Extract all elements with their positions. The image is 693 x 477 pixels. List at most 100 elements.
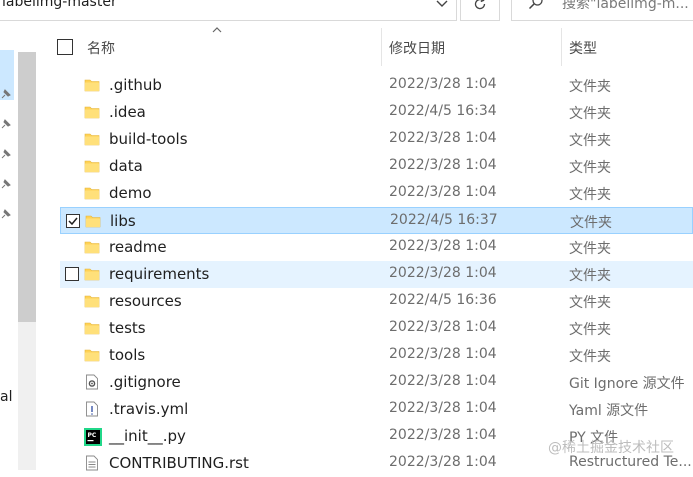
- file-name[interactable]: resources: [109, 292, 182, 310]
- file-date: 2022/3/28 1:04: [389, 346, 497, 362]
- file-date: 2022/3/28 1:04: [389, 238, 497, 254]
- file-row[interactable]: readme 2022/3/28 1:04 文件夹: [60, 234, 693, 261]
- folder-icon: [84, 158, 100, 174]
- gear-file-icon: [84, 374, 100, 390]
- pin-icon: [1, 119, 11, 129]
- file-type: 文件夹: [569, 106, 611, 122]
- pin-icon: [1, 149, 11, 159]
- refresh-icon: [474, 0, 486, 10]
- folder-icon: [84, 320, 100, 336]
- file-type: 文件夹: [569, 187, 611, 203]
- file-row[interactable]: libs 2022/4/5 16:37 文件夹: [60, 207, 693, 234]
- file-date: 2022/4/5 16:37: [390, 212, 498, 228]
- file-date: 2022/3/28 1:04: [389, 373, 497, 389]
- file-name[interactable]: demo: [109, 184, 152, 202]
- search-icon: [528, 0, 543, 10]
- nav-item-label[interactable]: al: [0, 389, 12, 405]
- folder-icon: [84, 293, 100, 309]
- file-date: 2022/3/28 1:04: [389, 184, 497, 200]
- file-date: 2022/3/28 1:04: [389, 454, 497, 470]
- file-date: 2022/3/28 1:04: [389, 265, 497, 281]
- column-header: 名称 修改日期 类型: [44, 22, 693, 66]
- sort-ascending-icon: [212, 27, 222, 33]
- row-checkbox[interactable]: [66, 214, 80, 228]
- folder-icon: [84, 347, 100, 363]
- file-name[interactable]: tools: [109, 346, 145, 364]
- file-type: 文件夹: [569, 133, 611, 149]
- column-divider[interactable]: [381, 28, 382, 66]
- file-type: 文件夹: [569, 241, 611, 257]
- file-list: .github 2022/3/28 1:04 文件夹 .idea 2022/4/5 16…: [60, 72, 693, 477]
- address-bar[interactable]: labelimg-master: [0, 0, 457, 21]
- folder-icon: [84, 185, 100, 201]
- file-type: 文件夹: [569, 268, 611, 284]
- column-type-header[interactable]: 类型: [569, 38, 597, 58]
- file-name[interactable]: CONTRIBUTING.rst: [109, 454, 249, 472]
- exclamation-file-icon: [84, 401, 100, 417]
- file-date: 2022/3/28 1:04: [389, 319, 497, 335]
- file-type: 文件夹: [569, 295, 611, 311]
- file-name[interactable]: .idea: [109, 103, 146, 121]
- file-date: 2022/4/5 16:34: [389, 103, 497, 119]
- svg-text:PC: PC: [88, 432, 97, 439]
- watermark: @稀土掘金技术社区: [548, 440, 674, 456]
- file-type: Git Ignore 源文件: [569, 376, 685, 392]
- search-placeholder: 搜索"labelimg-m...: [562, 0, 689, 12]
- file-row[interactable]: resources 2022/4/5 16:36 文件夹: [60, 288, 693, 315]
- file-row[interactable]: demo 2022/3/28 1:04 文件夹: [60, 180, 693, 207]
- file-date: 2022/3/28 1:04: [389, 400, 497, 416]
- pycharm-file-icon: PC: [84, 428, 102, 446]
- file-type: 文件夹: [569, 160, 611, 176]
- file-name[interactable]: .travis.yml: [109, 400, 188, 418]
- file-row[interactable]: tools 2022/3/28 1:04 文件夹: [60, 342, 693, 369]
- pin-icon: [1, 179, 11, 189]
- file-name[interactable]: __init__.py: [109, 427, 186, 445]
- pin-icon: [1, 209, 11, 219]
- file-type: 文件夹: [569, 322, 611, 338]
- file-row[interactable]: data 2022/3/28 1:04 文件夹: [60, 153, 693, 180]
- file-name[interactable]: .gitignore: [109, 373, 181, 391]
- address-path[interactable]: labelimg-master: [2, 0, 117, 10]
- file-date: 2022/3/28 1:04: [389, 130, 497, 146]
- file-row[interactable]: .gitignore 2022/3/28 1:04 Git Ignore 源文件: [60, 369, 693, 396]
- file-date: 2022/3/28 1:04: [389, 76, 497, 92]
- file-type: 文件夹: [570, 215, 612, 231]
- folder-icon: [84, 239, 100, 255]
- file-date: 2022/3/28 1:04: [389, 427, 497, 443]
- search-box[interactable]: 搜索"labelimg-m...: [511, 0, 693, 21]
- navigation-pane[interactable]: al: [0, 22, 36, 470]
- file-name[interactable]: data: [109, 157, 143, 175]
- folder-icon: [84, 77, 100, 93]
- file-name[interactable]: requirements: [109, 265, 209, 283]
- folder-icon: [85, 213, 101, 229]
- file-row[interactable]: .idea 2022/4/5 16:34 文件夹: [60, 99, 693, 126]
- file-type: Yaml 源文件: [569, 403, 649, 419]
- column-date-header[interactable]: 修改日期: [389, 38, 445, 58]
- file-row[interactable]: .travis.yml 2022/3/28 1:04 Yaml 源文件: [60, 396, 693, 423]
- file-name[interactable]: libs: [110, 212, 136, 230]
- column-divider[interactable]: [561, 28, 562, 66]
- checkmark-icon: [68, 217, 78, 226]
- folder-icon: [84, 266, 100, 282]
- row-checkbox[interactable]: [65, 267, 79, 281]
- nav-scrollbar-thumb[interactable]: [18, 52, 36, 322]
- file-row[interactable]: .github 2022/3/28 1:04 文件夹: [60, 72, 693, 99]
- file-row[interactable]: requirements 2022/3/28 1:04 文件夹: [60, 261, 693, 288]
- file-name[interactable]: build-tools: [109, 130, 188, 148]
- select-all-checkbox[interactable]: [57, 39, 73, 55]
- file-name[interactable]: readme: [109, 238, 167, 256]
- chevron-down-icon[interactable]: [434, 0, 450, 12]
- file-date: 2022/3/28 1:04: [389, 157, 497, 173]
- file-date: 2022/4/5 16:36: [389, 292, 497, 308]
- file-row[interactable]: tests 2022/3/28 1:04 文件夹: [60, 315, 693, 342]
- file-name[interactable]: .github: [109, 76, 162, 94]
- column-name-header[interactable]: 名称: [87, 38, 115, 58]
- refresh-button[interactable]: [460, 0, 500, 21]
- pin-icon: [1, 89, 11, 99]
- file-name[interactable]: tests: [109, 319, 146, 337]
- text-file-icon: [84, 455, 100, 471]
- folder-icon: [84, 131, 100, 147]
- file-type: 文件夹: [569, 349, 611, 365]
- folder-icon: [84, 104, 100, 120]
- file-row[interactable]: build-tools 2022/3/28 1:04 文件夹: [60, 126, 693, 153]
